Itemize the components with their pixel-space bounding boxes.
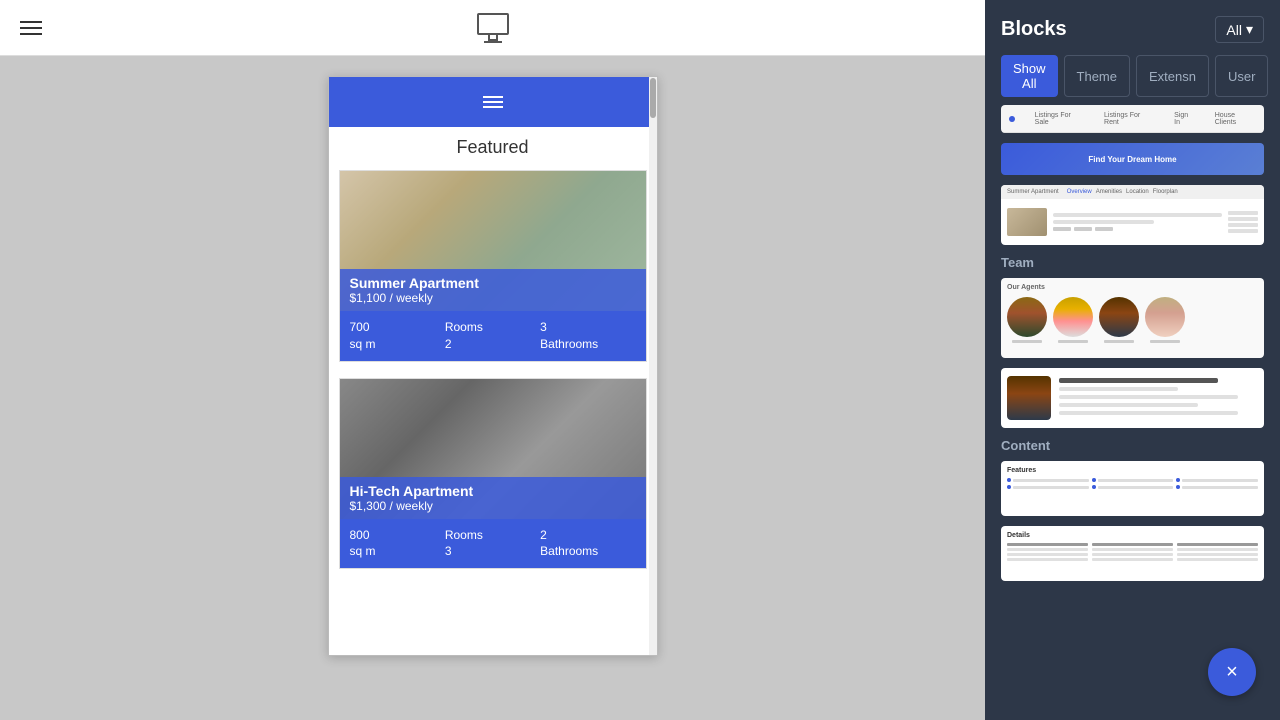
detail-rooms-1: Rooms 2 <box>445 319 540 353</box>
detail-bathrooms-2: 2 Bathrooms <box>540 527 635 561</box>
team-avatar-1 <box>1007 297 1047 337</box>
listing-tabs: Overview Amenities Location Floorplan <box>1067 189 1178 195</box>
nav-preview-content: Listings For Sale Listings For Rent Sign… <box>1001 105 1264 133</box>
team-member-2 <box>1053 297 1093 343</box>
team-member-1 <box>1007 297 1047 343</box>
listing-preview-img <box>1007 208 1047 236</box>
features-preview-content: Features <box>1001 461 1264 516</box>
block-preview-agent[interactable] <box>1001 368 1264 428</box>
agent-preview-content <box>1001 368 1264 428</box>
property-image-1: Summer Apartment $1,100 / weekly <box>340 171 646 311</box>
property-overlay-1: Summer Apartment $1,100 / weekly <box>340 269 646 311</box>
content-section-label: Content <box>1001 438 1264 453</box>
hamburger-icon[interactable] <box>20 21 42 35</box>
team-members-row <box>1007 297 1258 343</box>
team-member-3 <box>1099 297 1139 343</box>
feature-dot-blue2 <box>1176 478 1180 482</box>
agent-info-lines <box>1059 378 1258 419</box>
block-preview-listing[interactable]: Summer Apartment Overview Amenities Loca… <box>1001 185 1264 245</box>
panel-header: Blocks All ▾ <box>985 0 1280 43</box>
property-price-2: $1,300 / weekly <box>350 499 636 513</box>
property-price-1: $1,100 / weekly <box>350 291 636 305</box>
team-name-3 <box>1104 340 1134 343</box>
team-name-4 <box>1150 340 1180 343</box>
listing-preview-info <box>1053 213 1222 231</box>
property-name-1: Summer Apartment <box>350 275 636 291</box>
chevron-down-icon: ▾ <box>1246 21 1253 38</box>
block-preview-features[interactable]: Features <box>1001 461 1264 516</box>
team-member-4 <box>1145 297 1185 343</box>
all-dropdown-label: All <box>1226 22 1242 38</box>
team-grid-title: Our Agents <box>1007 284 1258 291</box>
tab-show-all[interactable]: Show All <box>1001 55 1058 97</box>
blocks-list: Listings For Sale Listings For Rent Sign… <box>985 105 1280 720</box>
team-section-label: Team <box>1001 255 1264 270</box>
block-preview-details[interactable]: Details <box>1001 526 1264 581</box>
mobile-content: Featured Summer Apartment $1,100 / weekl… <box>329 127 657 595</box>
detail-sqm-2: 800 sq m <box>350 527 445 561</box>
listing-side-panel <box>1228 211 1258 233</box>
listing-preview-content: Summer Apartment Overview Amenities Loca… <box>1001 185 1264 245</box>
hero-preview-content: Find Your Dream Home <box>1001 143 1264 175</box>
top-bar <box>0 0 985 56</box>
nav-logo-dot <box>1009 116 1015 122</box>
scrollbar-thumb <box>650 78 656 118</box>
team-avatar-4 <box>1145 297 1185 337</box>
property-details-1: 700 sq m Rooms 2 3 Bathrooms <box>340 311 646 361</box>
team-avatar-2 <box>1053 297 1093 337</box>
detail-rooms-2: Rooms 3 <box>445 527 540 561</box>
property-details-2: 800 sq m Rooms 3 2 Bathrooms <box>340 519 646 569</box>
listing-preview-body <box>1001 199 1264 245</box>
features-grid <box>1007 478 1258 489</box>
details-grid <box>1007 543 1258 561</box>
feature-dot-blue <box>1092 478 1096 482</box>
detail-bathrooms-1: 3 Bathrooms <box>540 319 635 353</box>
mobile-frame: Featured Summer Apartment $1,100 / weekl… <box>328 76 658 656</box>
details-preview-content: Details <box>1001 526 1264 581</box>
panel-title: Blocks <box>1001 18 1067 41</box>
mobile-hamburger-icon[interactable] <box>483 93 503 111</box>
property-image-2: Hi-Tech Apartment $1,300 / weekly <box>340 379 646 519</box>
team-name-2 <box>1058 340 1088 343</box>
scrollbar[interactable] <box>649 77 657 655</box>
tab-user[interactable]: User <box>1215 55 1268 97</box>
mobile-nav <box>329 77 657 127</box>
property-name-2: Hi-Tech Apartment <box>350 483 636 499</box>
monitor-icon[interactable] <box>477 13 509 43</box>
featured-title: Featured <box>339 137 647 158</box>
property-card-1[interactable]: Summer Apartment $1,100 / weekly 700 sq … <box>339 170 647 362</box>
team-avatar-3 <box>1099 297 1139 337</box>
agent-avatar <box>1007 376 1051 420</box>
close-fab-button[interactable]: × <box>1208 648 1256 696</box>
team-grid-preview-content: Our Agents <box>1001 278 1264 358</box>
all-dropdown-button[interactable]: All ▾ <box>1215 16 1264 43</box>
right-panel: Blocks All ▾ Show All Theme Extensn User… <box>985 0 1280 720</box>
preview-container: Featured Summer Apartment $1,100 / weekl… <box>0 56 985 720</box>
tab-extension[interactable]: Extensn <box>1136 55 1209 97</box>
team-name-1 <box>1012 340 1042 343</box>
listing-preview-header: Summer Apartment Overview Amenities Loca… <box>1001 185 1264 199</box>
block-preview-team-grid[interactable]: Our Agents <box>1001 278 1264 358</box>
filter-tabs: Show All Theme Extensn User <box>985 43 1280 105</box>
block-preview-hero[interactable]: Find Your Dream Home <box>1001 143 1264 175</box>
block-preview-nav[interactable]: Listings For Sale Listings For Rent Sign… <box>1001 105 1264 133</box>
property-card-2[interactable]: Hi-Tech Apartment $1,300 / weekly 800 sq… <box>339 378 647 570</box>
property-overlay-2: Hi-Tech Apartment $1,300 / weekly <box>340 477 646 519</box>
main-area: Featured Summer Apartment $1,100 / weekl… <box>0 0 985 720</box>
tab-theme[interactable]: Theme <box>1064 55 1130 97</box>
detail-sqm-1: 700 sq m <box>350 319 445 353</box>
